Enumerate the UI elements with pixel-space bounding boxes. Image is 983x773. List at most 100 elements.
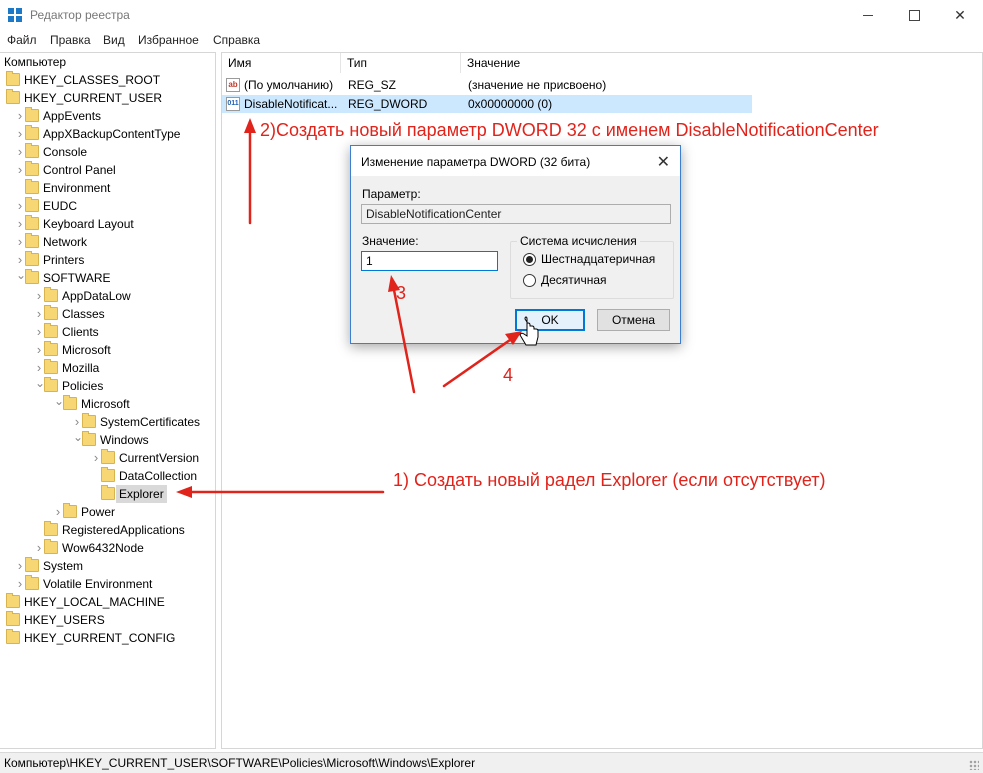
tree-item-software[interactable]: ⌄ SOFTWARE [0,269,214,287]
column-value[interactable]: Значение [461,53,751,73]
tree-item-label: CurrentVersion [119,451,200,465]
radio-hexadecimal[interactable] [523,253,536,266]
chevron-right-icon[interactable]: › [35,287,43,305]
registry-tree[interactable]: Компьютер HKEY_CLASSES_ROOT HKEY_CURRENT_… [0,52,216,749]
chevron-right-icon[interactable]: › [16,197,24,215]
base-groupbox: Система исчисления Шестнадцатеричная Дес… [510,234,674,299]
tree-item-system[interactable]: › System [0,557,214,575]
tree-root-computer[interactable]: Компьютер [4,53,66,71]
tree-item-environment[interactable]: Environment [0,179,214,197]
resize-grip-icon[interactable] [969,760,979,770]
list-item-default-value[interactable]: ab (По умолчанию) REG_SZ (значение не пр… [222,76,752,94]
annotation-step-1: 1) Создать новый радел Explorer (если от… [393,470,826,490]
tree-item-label: HKEY_CURRENT_USER [24,91,163,105]
chevron-down-icon[interactable]: ⌄ [54,395,64,413]
chevron-right-icon[interactable]: › [35,323,43,341]
tree-item-hkey-current-user[interactable]: HKEY_CURRENT_USER [0,89,214,107]
annotation-step-2: 2)Создать новый параметр DWORD 32 с имен… [260,120,879,140]
tree-item-datacollection[interactable]: DataCollection [0,467,214,485]
tree-item-appxbackupcontenttype[interactable]: › AppXBackupContentType [0,125,214,143]
tree-item-volatile-environment[interactable]: › Volatile Environment [0,575,214,593]
chevron-right-icon[interactable]: › [35,305,43,323]
radio-decimal[interactable] [523,274,536,287]
menu-help[interactable]: Справка [213,33,260,47]
string-value-icon: ab [226,78,240,92]
chevron-right-icon[interactable]: › [16,215,24,233]
chevron-right-icon[interactable]: › [16,251,24,269]
tree-item-clients[interactable]: › Clients [0,323,214,341]
cancel-button[interactable]: Отмена [597,309,670,331]
folder-icon [25,215,39,230]
column-name[interactable]: Имя [222,53,341,73]
tree-item-systemcertificates[interactable]: › SystemCertificates [0,413,214,431]
tree-item-appevents[interactable]: › AppEvents [0,107,214,125]
chevron-right-icon[interactable]: › [16,557,24,575]
ok-button[interactable]: OK [515,309,585,331]
menu-edit[interactable]: Правка [50,33,91,47]
chevron-right-icon[interactable]: › [16,125,24,143]
chevron-right-icon[interactable]: › [16,107,24,125]
chevron-right-icon[interactable]: › [92,449,100,467]
dialog-close-icon[interactable]: ✕ [657,152,670,172]
tree-item-keyboard-layout[interactable]: › Keyboard Layout [0,215,214,233]
chevron-right-icon[interactable]: › [16,161,24,179]
tree-item-network[interactable]: › Network [0,233,214,251]
value-data-input[interactable]: 1 [361,251,498,271]
minimize-button[interactable] [845,0,891,30]
tree-item-hkey-local-machine[interactable]: HKEY_LOCAL_MACHINE [0,593,214,611]
dialog-title-bar: Изменение параметра DWORD (32 бита) ✕ [351,146,680,176]
tree-item-appdatalow[interactable]: › AppDataLow [0,287,214,305]
edit-dword-dialog: Изменение параметра DWORD (32 бита) ✕ Па… [350,145,681,344]
tree-item-hkey-current-config[interactable]: HKEY_CURRENT_CONFIG [0,629,214,647]
close-icon: ✕ [954,6,966,23]
chevron-right-icon[interactable]: › [16,233,24,251]
menu-view[interactable]: Вид [103,33,125,47]
tree-item-hkey-classes-root[interactable]: HKEY_CLASSES_ROOT [0,71,214,89]
tree-item-currentversion[interactable]: › CurrentVersion [0,449,214,467]
close-button[interactable]: ✕ [937,0,983,30]
chevron-right-icon[interactable]: › [35,539,43,557]
chevron-down-icon[interactable]: ⌄ [16,269,26,287]
tree-item-registeredapplications[interactable]: RegisteredApplications [0,521,214,539]
tree-item-label: Environment [43,181,111,195]
status-bar: Компьютер\HKEY_CURRENT_USER\SOFTWARE\Pol… [0,752,983,773]
tree-item-power[interactable]: › Power [0,503,214,521]
chevron-right-icon[interactable]: › [16,143,24,161]
list-item-disable-notification[interactable]: 011 DisableNotificat... REG_DWORD 0x0000… [222,95,752,113]
tree-item-wow6432node[interactable]: › Wow6432Node [0,539,214,557]
tree-item-printers[interactable]: › Printers [0,251,214,269]
tree-item-control-panel[interactable]: › Control Panel [0,161,214,179]
tree-item-explorer[interactable]: Explorer [0,485,214,503]
menu-favorites[interactable]: Избранное [138,33,199,47]
column-type[interactable]: Тип [341,53,461,73]
maximize-button[interactable] [891,0,937,30]
chevron-right-icon[interactable]: › [35,359,43,377]
tree-item-label: Windows [100,433,149,447]
tree-item-mozilla[interactable]: › Mozilla [0,359,214,377]
annotation-step-3: 3 [396,283,407,303]
chevron-right-icon[interactable]: › [16,575,24,593]
menu-file[interactable]: Файл [7,33,37,47]
tree-item-classes[interactable]: › Classes [0,305,214,323]
tree-item-microsoft[interactable]: › Microsoft [0,341,214,359]
chevron-right-icon[interactable]: › [54,503,62,521]
chevron-down-icon[interactable]: ⌄ [73,431,83,449]
tree-item-hkey-users[interactable]: HKEY_USERS [0,611,214,629]
folder-icon [6,611,20,626]
value-label: Значение: [362,234,419,248]
param-name-field[interactable]: DisableNotificationCenter [361,204,671,224]
tree-item-eudc[interactable]: › EUDC [0,197,214,215]
base-group-title: Система исчисления [517,234,640,248]
radio-hexadecimal-label[interactable]: Шестнадцатеричная [541,252,655,266]
chevron-right-icon[interactable]: › [73,413,81,431]
radio-decimal-label[interactable]: Десятичная [541,273,607,287]
tree-item-console[interactable]: › Console [0,143,214,161]
folder-icon [25,125,39,140]
tree-item-windows[interactable]: ⌄ Windows [0,431,214,449]
minimize-icon [863,14,873,16]
tree-item-policies[interactable]: ⌄ Policies [0,377,214,395]
tree-item-microsoft[interactable]: ⌄ Microsoft [0,395,214,413]
folder-icon [101,449,115,464]
chevron-right-icon[interactable]: › [35,341,43,359]
chevron-down-icon[interactable]: ⌄ [35,377,45,395]
